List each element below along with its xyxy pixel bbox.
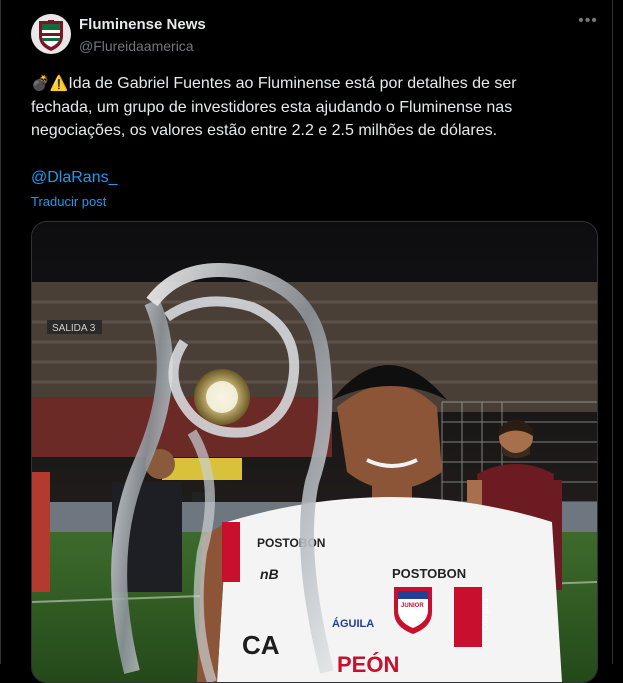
photo-trophy-celebration: SALIDA 3 POSTOBON POSTOBON JUNIOR Olímpi… [32,222,597,682]
mention-link[interactable]: @DlaRans_ [31,169,118,187]
tweet-text-line-2: fechada, um grupo de investidores esta a… [31,98,513,116]
fluminense-crest-icon [31,14,71,54]
crest-text: JUNIOR [401,603,424,609]
chest-brand-text: ÁGUILA [332,617,374,630]
sleeve-text: Olímpica [481,598,490,630]
shirt-sponsor-1: POSTOBON [257,536,325,550]
tweet-text-line-3: negociações, os valores estão entre 2.2 … [31,122,498,139]
more-options-button[interactable]: ••• [573,12,603,36]
bottom-banner-text: CA [242,630,280,660]
translate-post-link[interactable]: Traducir post [31,194,106,209]
tweet-text-line-1: Ida de Gabriel Fuentes ao Fluminense est… [68,75,517,92]
tweet[interactable]: Fluminense News @Flureidaamerica ••• 💣⚠️… [0,0,623,683]
author-handle[interactable]: @Flureidaamerica [79,38,194,54]
bottom-banner-text-2: PEÓN [337,652,399,677]
stand-sign-text: SALIDA 3 [52,323,96,334]
tweet-text: 💣⚠️Ida de Gabriel Fuentes ao Fluminense … [31,72,591,143]
bomb-warning-emoji: 💣⚠️ [31,75,69,92]
more-horizontal-icon: ••• [578,12,598,29]
author-name[interactable]: Fluminense News [79,16,206,33]
avatar[interactable] [31,14,71,54]
tweet-photo[interactable]: SALIDA 3 POSTOBON POSTOBON JUNIOR Olímpi… [31,221,598,683]
shirt-sponsor-2: POSTOBON [392,566,466,581]
nb-logo-icon: nB [260,566,279,582]
